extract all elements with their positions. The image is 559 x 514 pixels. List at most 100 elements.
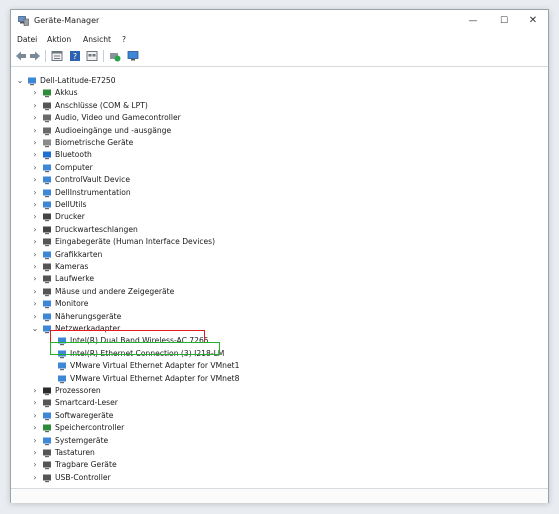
tree-category[interactable]: › Smartcard-Leser	[11, 397, 541, 409]
chevron-right-icon[interactable]: ›	[31, 201, 39, 209]
tree-item-label: Laufwerke	[55, 274, 95, 284]
chevron-right-icon[interactable]: ›	[31, 312, 39, 321]
toolbar: ?	[11, 47, 548, 67]
chevron-right-icon[interactable]: ›	[31, 225, 39, 234]
tree-category[interactable]: › Speichercontroller	[11, 422, 541, 434]
chevron-right-icon[interactable]: ›	[31, 126, 39, 135]
tree-category[interactable]: › USB-Controller	[11, 472, 541, 484]
chevron-right-icon[interactable]: ›	[31, 213, 39, 221]
device-category-icon	[43, 251, 51, 259]
menu-bar: Datei Aktion Ansicht ?	[11, 32, 548, 47]
tree-category[interactable]: › Druckwarteschlangen	[11, 224, 541, 236]
device-category-icon	[43, 238, 51, 247]
minimize-button[interactable]: —	[458, 13, 488, 29]
chevron-right-icon[interactable]: ›	[31, 424, 39, 432]
chevron-right-icon[interactable]: ›	[31, 300, 39, 308]
tree-item-label: Computer	[55, 162, 93, 172]
tree-category[interactable]: › Audio, Video und Gamecontroller	[11, 112, 541, 124]
tree-category[interactable]: › Näherungsgeräte	[11, 311, 541, 323]
tree-category[interactable]: › Computer	[11, 162, 541, 174]
tree-device-network-adapter[interactable]: VMware Virtual Ethernet Adapter for VMne…	[11, 360, 541, 372]
chevron-right-icon[interactable]: ›	[31, 411, 39, 420]
menu-ansicht[interactable]: Ansicht	[83, 35, 111, 44]
tree-category[interactable]: › Grafikkarten	[11, 249, 541, 261]
tree-category[interactable]: › Eingabegeräte (Human Interface Devices)	[11, 236, 541, 248]
chevron-right-icon[interactable]: ›	[31, 188, 39, 197]
monitor-icon[interactable]	[127, 50, 139, 62]
properties-icon[interactable]	[51, 50, 63, 62]
tree-root-computer[interactable]: ⌄ Dell-Latitude-E7250	[11, 75, 541, 87]
forward-icon[interactable]	[29, 50, 41, 62]
tree-category[interactable]: › DellUtils	[11, 199, 541, 211]
tree-category[interactable]: › Monitore	[11, 298, 541, 310]
chevron-down-icon[interactable]: ⌄	[16, 77, 24, 85]
chevron-right-icon[interactable]: ›	[31, 449, 39, 457]
tree-category[interactable]: › Systemgeräte	[11, 435, 541, 447]
device-category-icon	[43, 399, 51, 408]
device-category-icon	[43, 151, 51, 160]
tree-category[interactable]: › Mäuse und andere Zeigegeräte	[11, 286, 541, 298]
chevron-right-icon[interactable]: ›	[31, 114, 39, 122]
chevron-right-icon[interactable]: ›	[31, 163, 39, 172]
chevron-right-icon[interactable]: ›	[31, 399, 39, 407]
chevron-right-icon[interactable]: ›	[31, 89, 39, 97]
tree-category[interactable]: › Tragbare Geräte	[11, 459, 541, 471]
chevron-right-icon[interactable]: ›	[31, 139, 39, 147]
network-adapter-icon	[58, 375, 66, 383]
chevron-right-icon[interactable]: ›	[31, 151, 39, 159]
tree-item-label: Biometrische Geräte	[55, 138, 134, 147]
device-category-icon	[43, 449, 51, 458]
tree-category[interactable]: › Softwaregeräte	[11, 410, 541, 422]
maximize-button[interactable]: ☐	[489, 13, 519, 29]
tree-category[interactable]: › Anschlüsse (COM & LPT)	[11, 100, 541, 112]
device-category-icon	[43, 89, 51, 98]
tree-category[interactable]: › Bluetooth	[11, 149, 541, 161]
update-icon[interactable]	[109, 50, 121, 62]
chevron-right-icon[interactable]: ›	[31, 387, 39, 395]
chevron-right-icon[interactable]: ›	[31, 263, 39, 271]
device-category-icon	[43, 127, 51, 135]
tree-category[interactable]: › Kameras	[11, 261, 541, 273]
device-category-icon	[43, 164, 51, 172]
chevron-right-icon[interactable]: ›	[31, 473, 39, 482]
device-manager-window: Geräte-Manager — ☐ ✕ Datei Aktion Ansich…	[10, 9, 549, 503]
tree-item-label: Dell-Latitude-E7250	[40, 76, 116, 85]
tree-category[interactable]: › ControlVault Device	[11, 174, 541, 186]
chevron-right-icon[interactable]: ›	[31, 436, 39, 445]
chevron-right-icon[interactable]: ›	[31, 176, 39, 184]
chevron-right-icon[interactable]: ›	[31, 101, 39, 110]
tree-category[interactable]: › Drucker	[11, 211, 541, 223]
chevron-right-icon[interactable]: ›	[31, 461, 39, 469]
tree-category[interactable]: › Audioeingänge und -ausgänge	[11, 125, 541, 137]
tree-item-label: Tragbare Geräte	[55, 460, 117, 470]
menu-aktion[interactable]: Aktion	[47, 35, 71, 44]
menu-help[interactable]: ?	[122, 35, 126, 44]
title-bar[interactable]: Geräte-Manager — ☐ ✕	[11, 10, 548, 32]
status-bar	[11, 488, 548, 503]
help-icon[interactable]: ?	[69, 50, 81, 62]
tree-item-label: Speichercontroller	[55, 423, 125, 433]
tree-item-label: Softwaregeräte	[55, 410, 114, 420]
chevron-right-icon[interactable]: ›	[31, 275, 39, 283]
tree-item-label: Bluetooth	[55, 150, 92, 160]
tree-category[interactable]: › Akkus	[11, 87, 541, 99]
chevron-down-icon[interactable]: ⌄	[31, 325, 39, 333]
view-icon[interactable]	[86, 50, 98, 62]
tree-device-network-adapter[interactable]: VMware Virtual Ethernet Adapter for VMne…	[11, 373, 541, 385]
close-button[interactable]: ✕	[518, 13, 548, 29]
menu-datei[interactable]: Datei	[17, 35, 37, 44]
window-title: Geräte-Manager	[34, 16, 100, 25]
device-category-icon	[43, 424, 51, 433]
device-category-icon	[43, 226, 51, 234]
chevron-right-icon[interactable]: ›	[31, 238, 39, 246]
tree-category[interactable]: › Biometrische Geräte	[11, 137, 541, 149]
tree-category[interactable]: › Laufwerke	[11, 273, 541, 285]
tree-category[interactable]: › Prozessoren	[11, 385, 541, 397]
chevron-right-icon[interactable]: ›	[31, 287, 39, 296]
tree-category[interactable]: › Tastaturen	[11, 447, 541, 459]
device-category-icon	[43, 275, 51, 284]
tree-category[interactable]: › DellInstrumentation	[11, 187, 541, 199]
back-icon[interactable]	[15, 50, 27, 62]
tree-item-label: VMware Virtual Ethernet Adapter for VMne…	[70, 361, 240, 371]
chevron-right-icon[interactable]: ›	[31, 250, 39, 259]
